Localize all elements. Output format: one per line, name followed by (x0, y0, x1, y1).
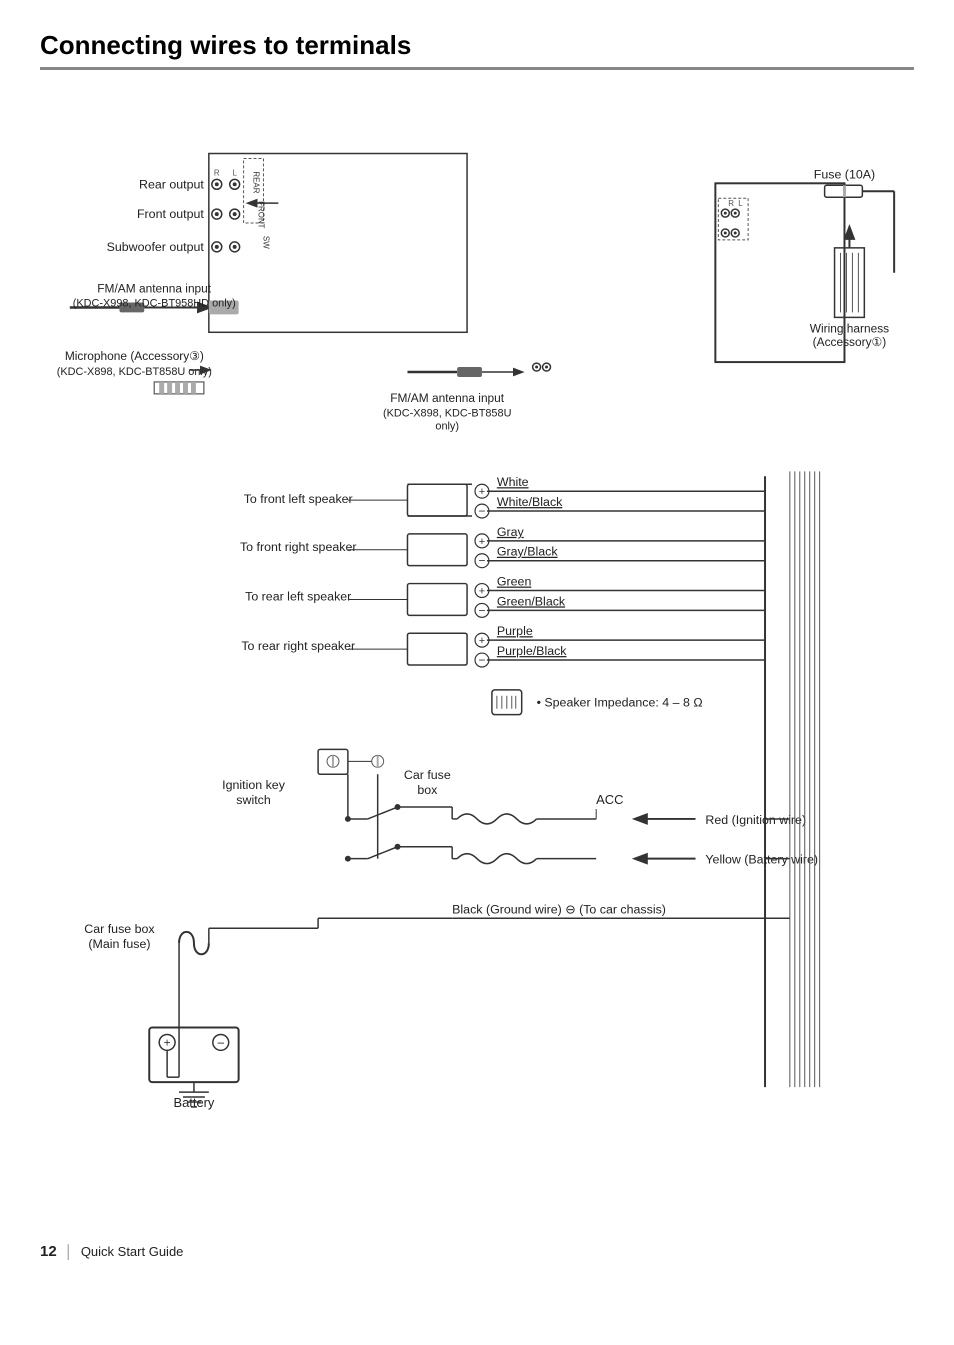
wiring-diagram: Rear output REAR Front output FRONT Subw… (40, 90, 914, 1240)
svg-text:Green: Green (497, 575, 532, 589)
svg-text:REAR: REAR (252, 171, 261, 193)
svg-text:Purple/Black: Purple/Black (497, 644, 567, 658)
svg-text:only): only) (435, 421, 459, 433)
svg-text:Gray: Gray (497, 525, 525, 539)
svg-text:−: − (217, 1035, 225, 1050)
svg-text:R: R (214, 168, 220, 177)
svg-text:switch: switch (236, 793, 271, 807)
svg-text:−: − (478, 653, 485, 667)
svg-text:(KDC-X898, KDC-BT858U only): (KDC-X898, KDC-BT858U only) (57, 366, 212, 378)
svg-text:FM/AM antenna input: FM/AM antenna input (97, 282, 212, 296)
svg-text:(Main fuse): (Main fuse) (88, 937, 150, 951)
svg-text:FRONT: FRONT (257, 201, 266, 228)
footer: 12 │ Quick Start Guide (40, 1243, 183, 1260)
footer-guide-text: Quick Start Guide (81, 1244, 184, 1259)
svg-text:Ignition key: Ignition key (222, 778, 286, 792)
svg-text:L: L (738, 199, 743, 208)
footer-divider: │ (65, 1244, 73, 1259)
svg-text:White/Black: White/Black (497, 495, 563, 509)
svg-text:R: R (728, 199, 734, 208)
svg-text:ACC: ACC (596, 792, 623, 807)
svg-text:Wiring harness: Wiring harness (810, 321, 889, 335)
svg-text:−: − (478, 603, 485, 617)
svg-text:To rear left speaker: To rear left speaker (245, 589, 351, 603)
svg-text:Microphone (Accessory③): Microphone (Accessory③) (65, 349, 204, 363)
svg-text:Gray/Black: Gray/Black (497, 545, 558, 559)
page: Connecting wires to terminals Rear outpu… (0, 0, 954, 1270)
svg-text:Rear output: Rear output (139, 177, 204, 191)
svg-text:−: − (478, 554, 485, 568)
svg-text:Yellow (Battery wire): Yellow (Battery wire) (705, 853, 818, 867)
diagram-area: Rear output REAR Front output FRONT Subw… (40, 90, 914, 1240)
svg-text:(Accessory①): (Accessory①) (813, 335, 887, 349)
footer-page-number: 12 (40, 1243, 57, 1260)
svg-text:+: + (164, 1035, 171, 1049)
svg-text:+: + (479, 536, 485, 548)
svg-text:Car fuse box: Car fuse box (84, 922, 155, 936)
svg-text:+: + (479, 486, 485, 498)
svg-text:Red (Ignition wire): Red (Ignition wire) (705, 813, 806, 827)
svg-text:+: + (479, 585, 485, 597)
svg-text:Car fuse: Car fuse (404, 768, 451, 782)
svg-text:box: box (417, 783, 438, 797)
svg-text:Black (Ground wire) ⊖ (To car: Black (Ground wire) ⊖ (To car chassis) (452, 902, 666, 916)
svg-text:(KDC-X898, KDC-BT858U: (KDC-X898, KDC-BT858U (383, 408, 512, 420)
svg-text:FM/AM antenna input: FM/AM antenna input (390, 391, 505, 405)
svg-text:To rear right speaker: To rear right speaker (241, 639, 355, 653)
svg-text:To front left speaker: To front left speaker (244, 492, 353, 506)
svg-text:• Speaker Impedance: 4 – 8 Ω: • Speaker Impedance: 4 – 8 Ω (537, 696, 703, 710)
page-title: Connecting wires to terminals (40, 30, 914, 70)
svg-text:L: L (232, 168, 237, 177)
svg-text:To front right speaker: To front right speaker (240, 540, 357, 554)
svg-text:White: White (497, 475, 529, 489)
svg-text:(KDC-X998, KDC-BT958HD only): (KDC-X998, KDC-BT958HD only) (73, 297, 236, 309)
svg-text:Green/Black: Green/Black (497, 594, 566, 608)
svg-text:Front output: Front output (137, 207, 204, 221)
svg-text:Subwoofer output: Subwoofer output (107, 240, 205, 254)
svg-text:Purple: Purple (497, 624, 533, 638)
svg-text:Fuse (10A): Fuse (10A) (814, 167, 875, 181)
svg-text:SW: SW (261, 236, 270, 249)
svg-text:+: + (479, 635, 485, 647)
svg-text:−: − (478, 504, 485, 518)
